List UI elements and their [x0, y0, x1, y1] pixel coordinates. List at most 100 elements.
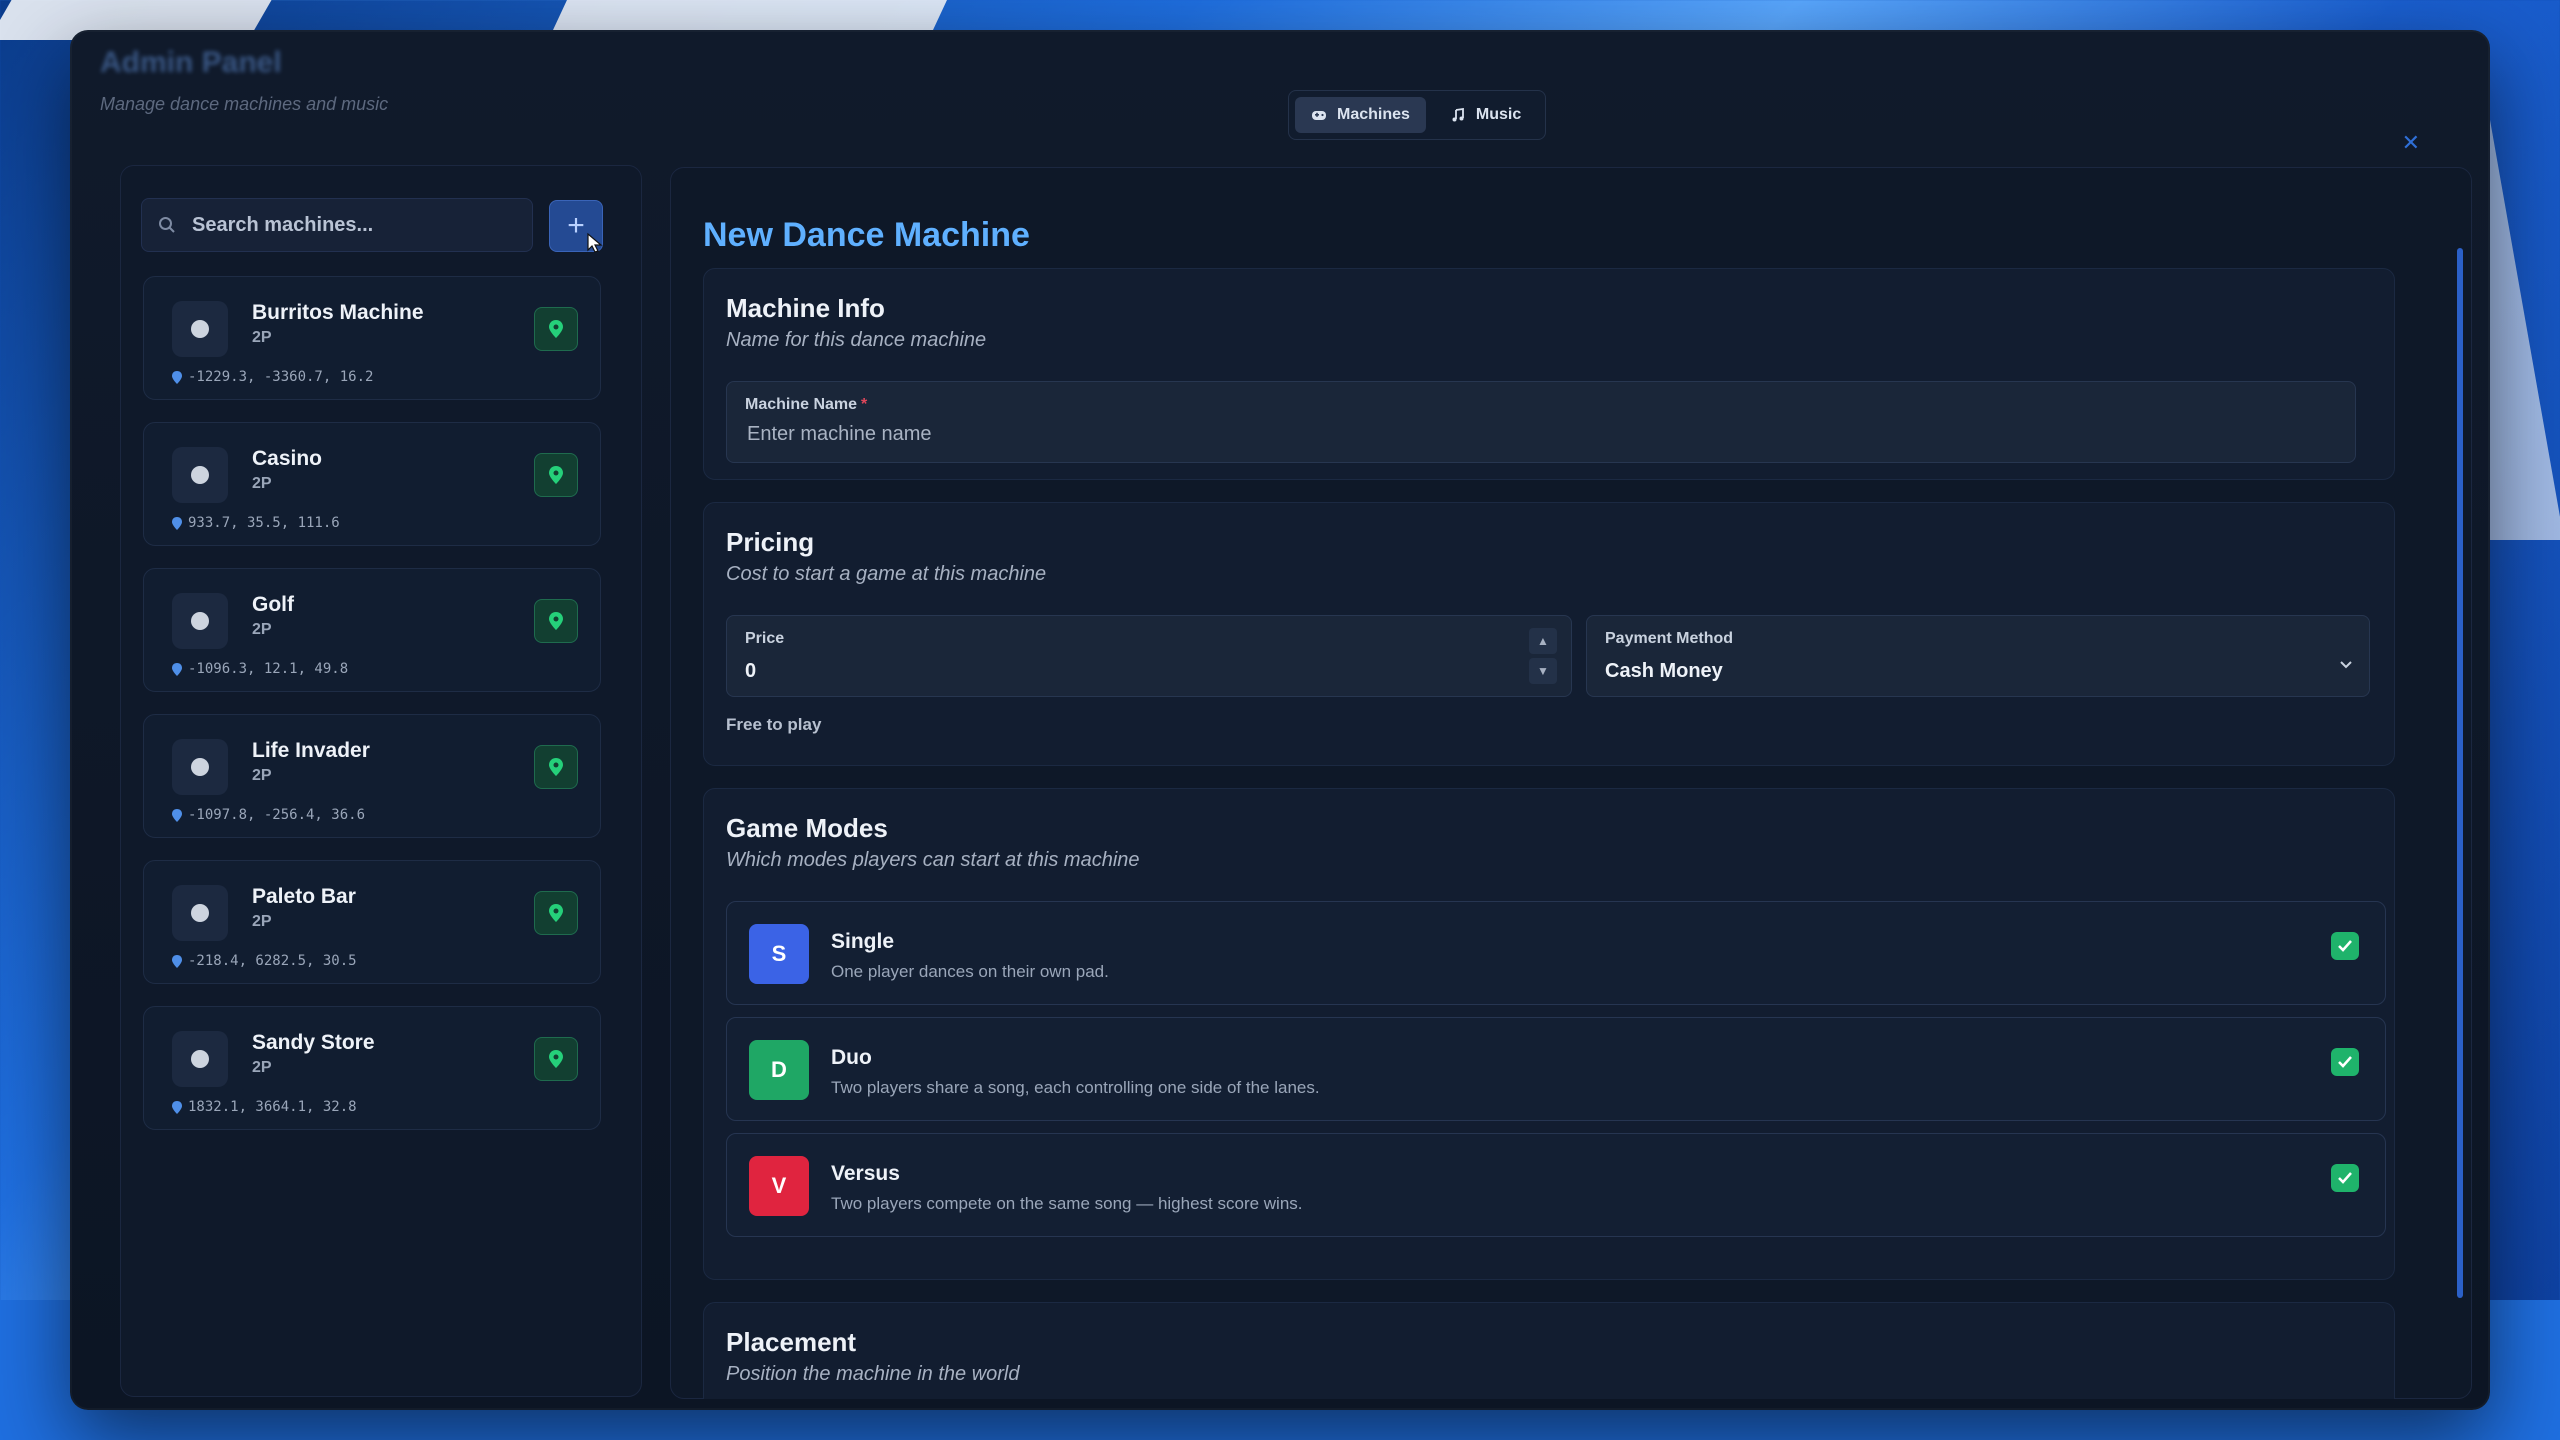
location-pin-icon [549, 466, 563, 484]
background-stripe [553, 0, 947, 30]
machine-name-field[interactable]: Machine Name * [726, 381, 2356, 463]
machine-coords: -1229.3, -3360.7, 16.2 [172, 369, 373, 385]
teleport-location-button[interactable] [534, 745, 578, 789]
panel-title: Admin Panel [100, 46, 282, 79]
machine-list-item[interactable]: Sandy Store 2P 1832.1, 3664.1, 32.8 [143, 1006, 601, 1130]
music-note-icon [1452, 108, 1464, 122]
admin-panel-window: Admin Panel Manage dance machines and mu… [70, 30, 2490, 1410]
tab-bar: Machines Music [1288, 90, 1546, 140]
machine-list-item[interactable]: Casino 2P 933.7, 35.5, 111.6 [143, 422, 601, 546]
mode-badge: D [749, 1040, 809, 1100]
machine-players: 2P [252, 329, 272, 346]
machine-players: 2P [252, 621, 272, 638]
increment-button[interactable]: ▲ [1529, 628, 1557, 654]
search-icon [159, 217, 175, 233]
search-input[interactable] [190, 212, 514, 238]
close-icon[interactable]: ✕ [2402, 130, 2420, 156]
machine-info-section: Machine Info Name for this dance machine… [703, 268, 2395, 480]
machine-coords: -1096.3, 12.1, 49.8 [172, 661, 348, 677]
pricing-note: Free to play [726, 715, 822, 734]
location-pin-icon [549, 320, 563, 338]
mode-description: One player dances on their own pad. [831, 962, 1109, 981]
section-title: Game Modes [726, 813, 888, 843]
teleport-location-button[interactable] [534, 307, 578, 351]
payment-method-select[interactable]: Payment Method Cash Money [1586, 615, 2370, 697]
machine-coords: 933.7, 35.5, 111.6 [172, 515, 340, 531]
tab-music[interactable]: Music [1434, 97, 1537, 133]
machine-name: Casino [252, 447, 323, 470]
teleport-location-button[interactable] [534, 891, 578, 935]
decrement-button[interactable]: ▼ [1529, 658, 1557, 684]
machine-name: Burritos Machine [252, 301, 424, 324]
section-subtitle: Cost to start a game at this machine [726, 563, 1047, 585]
machine-name: Sandy Store [252, 1031, 375, 1054]
machine-list-item[interactable]: Burritos Machine 2P -1229.3, -3360.7, 16… [143, 276, 601, 400]
price-value: 0 [745, 660, 757, 682]
machine-players: 2P [252, 475, 272, 492]
scrollbar[interactable] [2457, 248, 2463, 1298]
machine-name-input[interactable] [745, 422, 2249, 447]
machine-avatar [172, 1031, 228, 1087]
machine-name: Life Invader [252, 739, 370, 762]
field-label: Price [745, 630, 785, 647]
mode-option-single[interactable]: S Single One player dances on their own … [726, 901, 2386, 1005]
tab-machines[interactable]: Machines [1295, 97, 1426, 133]
checkmark-icon [2338, 1172, 2352, 1184]
machine-coords: 1832.1, 3664.1, 32.8 [172, 1099, 357, 1115]
mode-option-versus[interactable]: V Versus Two players compete on the same… [726, 1133, 2386, 1237]
page-title: New Dance Machine [703, 216, 1030, 254]
teleport-location-button[interactable] [534, 1037, 578, 1081]
machine-list-item[interactable]: Golf 2P -1096.3, 12.1, 49.8 [143, 568, 601, 692]
coords-text: -1096.3, 12.1, 49.8 [188, 661, 349, 677]
machine-avatar [172, 885, 228, 941]
machine-avatar [172, 301, 228, 357]
pricing-section: Pricing Cost to start a game at this mac… [703, 502, 2395, 766]
section-title: Machine Info [726, 293, 885, 323]
machine-name: Golf [252, 593, 294, 616]
machine-name: Paleto Bar [252, 885, 356, 908]
section-subtitle: Position the machine in the world [726, 1363, 1020, 1385]
machine-list-item[interactable]: Paleto Bar 2P -218.4, 6282.5, 30.5 [143, 860, 601, 984]
location-pin-icon [549, 758, 563, 776]
mouse-cursor-icon [587, 232, 603, 253]
machine-avatar [172, 593, 228, 649]
chevron-down-icon [2340, 661, 2352, 669]
mode-checkbox[interactable] [2331, 1164, 2359, 1192]
price-field[interactable]: Price 0 ▲ ▼ [726, 615, 1572, 697]
machine-coords: -218.4, 6282.5, 30.5 [172, 953, 357, 969]
machine-avatar [172, 739, 228, 795]
machine-editor: New Dance Machine Machine Info Name for … [670, 167, 2472, 1399]
location-pin-icon [172, 516, 182, 530]
location-pin-icon [549, 1050, 563, 1068]
location-pin-icon [549, 612, 563, 630]
mode-checkbox[interactable] [2331, 1048, 2359, 1076]
placement-section: Placement Position the machine in the wo… [703, 1302, 2395, 1399]
payment-method-value: Cash Money [1605, 660, 1723, 682]
section-title: Placement [726, 1327, 857, 1357]
tab-machines-label: Machines [1337, 106, 1410, 123]
mode-description: Two players compete on the same song — h… [831, 1194, 1303, 1213]
coords-text: 1832.1, 3664.1, 32.8 [188, 1099, 357, 1115]
tab-music-label: Music [1475, 106, 1522, 123]
section-subtitle: Which modes players can start at this ma… [726, 849, 1140, 871]
mode-description: Two players share a song, each controlli… [831, 1078, 1320, 1097]
mode-checkbox[interactable] [2331, 932, 2359, 960]
teleport-location-button[interactable] [534, 453, 578, 497]
location-pin-icon [172, 954, 182, 968]
required-marker: * [861, 396, 868, 413]
machine-players: 2P [252, 1059, 272, 1076]
mode-option-duo[interactable]: D Duo Two players share a song, each con… [726, 1017, 2386, 1121]
price-stepper: ▲ ▼ [1529, 628, 1557, 684]
coords-text: 933.7, 35.5, 111.6 [188, 515, 340, 531]
mode-name: Duo [831, 1046, 872, 1069]
search-box [141, 198, 533, 252]
machine-list-item[interactable]: Life Invader 2P -1097.8, -256.4, 36.6 [143, 714, 601, 838]
game-modes-section: Game Modes Which modes players can start… [703, 788, 2395, 1280]
location-pin-icon [172, 1100, 182, 1114]
machine-players: 2P [252, 767, 272, 784]
machine-coords: -1097.8, -256.4, 36.6 [172, 807, 365, 823]
teleport-location-button[interactable] [534, 599, 578, 643]
panel-subtitle: Manage dance machines and music [100, 94, 389, 114]
location-pin-icon [172, 808, 182, 822]
checkmark-icon [2338, 1056, 2352, 1068]
